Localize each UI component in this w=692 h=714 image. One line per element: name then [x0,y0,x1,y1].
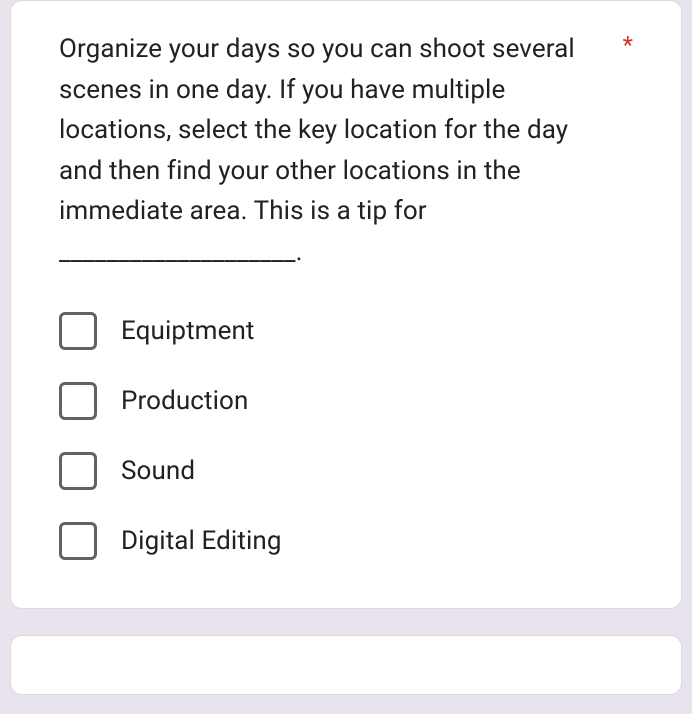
checkbox-icon[interactable] [59,522,97,560]
options-list: Equiptment Production Sound Digital Edit… [59,312,633,560]
option-label: Digital Editing [121,526,282,556]
option-label: Sound [121,456,195,486]
question-card: Organize your days so you can shoot seve… [10,0,682,609]
option-sound[interactable]: Sound [59,452,633,490]
checkbox-icon[interactable] [59,312,97,350]
checkbox-icon[interactable] [59,452,97,490]
option-label: Equiptment [121,316,255,346]
next-question-card [10,635,682,695]
option-digital-editing[interactable]: Digital Editing [59,522,633,560]
checkbox-icon[interactable] [59,382,97,420]
option-production[interactable]: Production [59,382,633,420]
question-header: Organize your days so you can shoot seve… [59,29,633,272]
option-label: Production [121,386,248,416]
required-asterisk-icon: * [623,31,633,59]
question-text: Organize your days so you can shoot seve… [59,29,599,272]
option-equiptment[interactable]: Equiptment [59,312,633,350]
